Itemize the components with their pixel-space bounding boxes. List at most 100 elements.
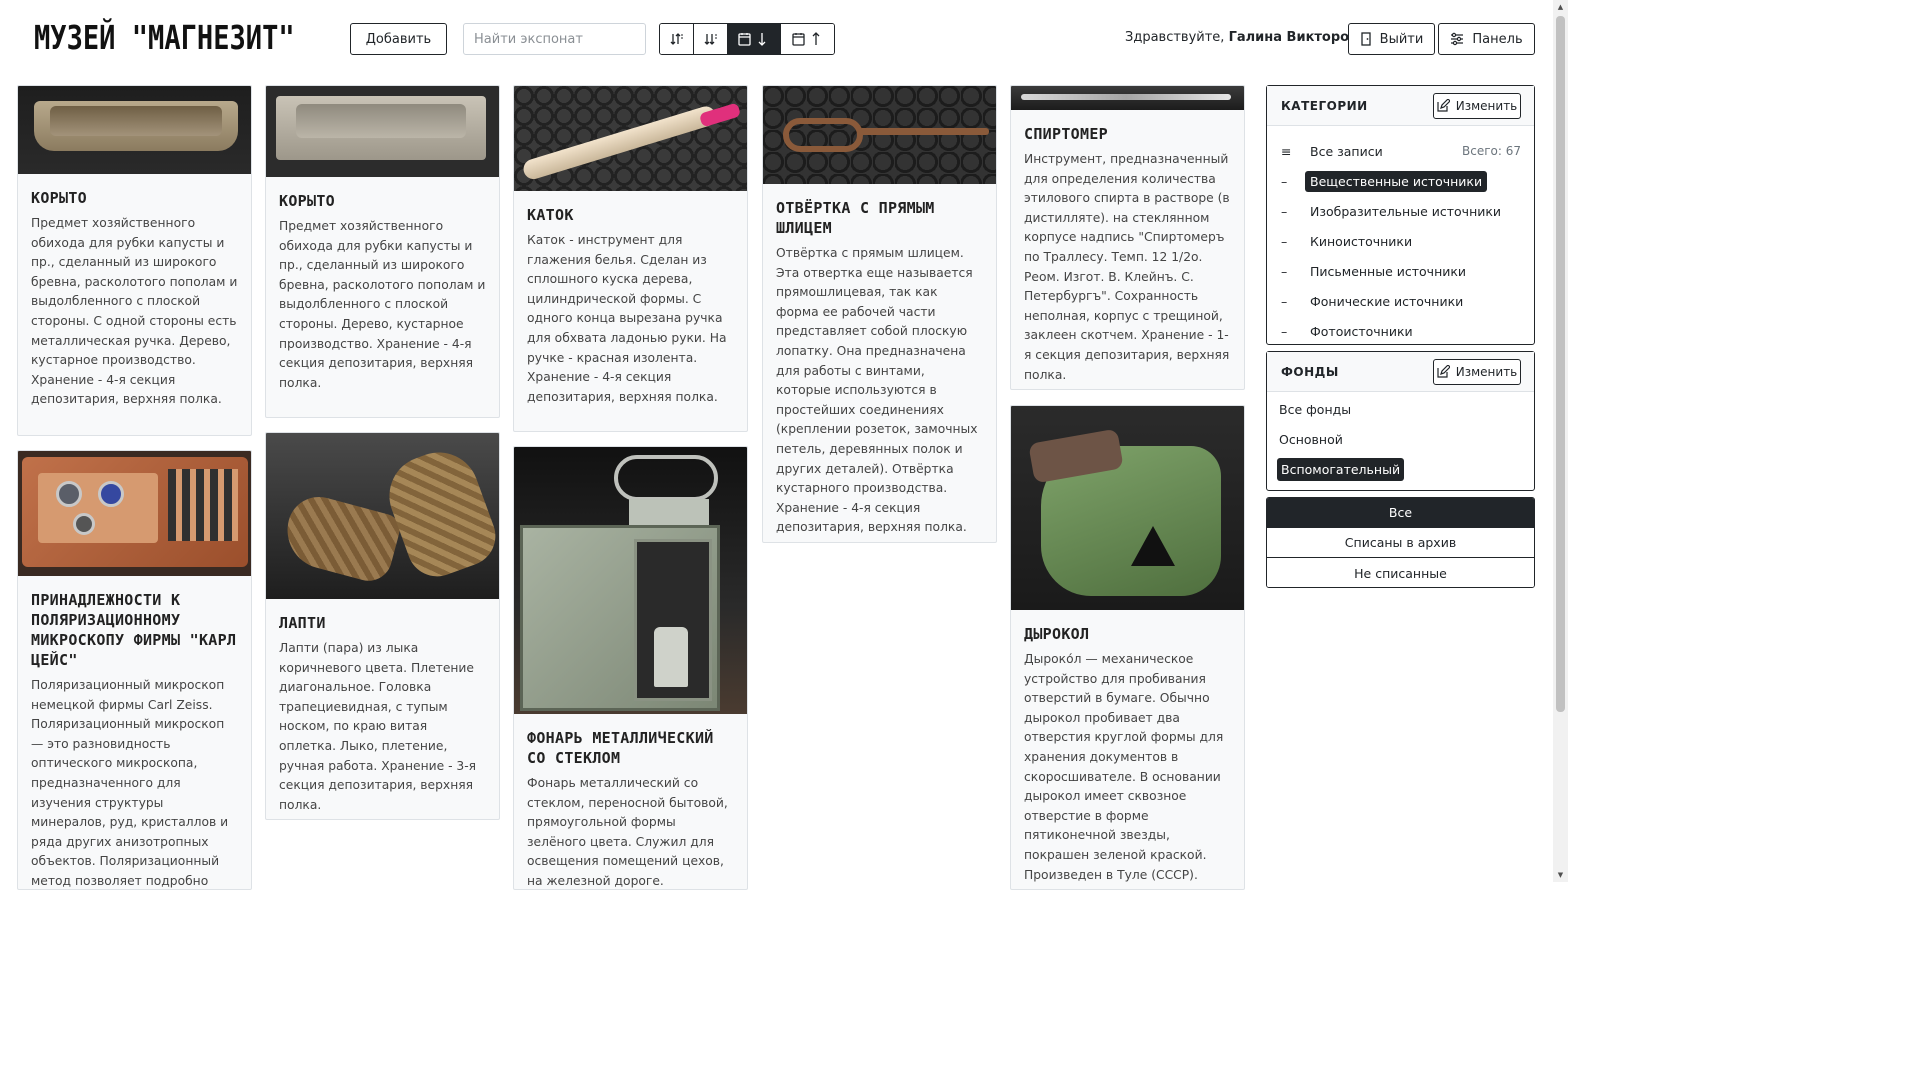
fund-item[interactable]: Основной [1267,424,1534,454]
door-icon [1361,32,1371,46]
exhibit-description: Предмет хозяйственного обихода для рубки… [31,216,238,407]
add-button-label: Добавить [365,31,432,47]
dash-icon: – [1281,203,1288,219]
exhibit-description: Дыроко́л — механическое устройство для п… [1024,652,1224,889]
scroll-up-icon[interactable]: ▲ [1553,0,1568,14]
list-icon: ≡ [1281,143,1292,159]
exhibit-description: Фонарь металлический со стеклом, перенос… [527,776,728,888]
sort-alpha-asc-button[interactable] [660,24,694,54]
category-item[interactable]: – Письменные источники [1267,256,1534,286]
exhibit-title[interactable]: КОРЫТО [18,174,251,214]
greeting-prefix: Здравствуйте, [1125,30,1225,45]
greeting: Здравствуйте, Галина Викторовна [1125,30,1375,45]
scroll-down-icon[interactable]: ▼ [1553,868,1568,882]
funds-edit-button[interactable]: Изменить [1433,358,1521,385]
category-label: Фонические источники [1310,293,1464,309]
category-label: Фотоисточники [1310,323,1413,339]
exhibit-image[interactable] [266,433,499,599]
category-item[interactable]: – Изобразительные источники [1267,196,1534,226]
exhibit-card[interactable]: ПРИНАДЛЕЖНОСТИ К ПОЛЯРИЗАЦИОННОМУ МИКРОС… [17,450,252,890]
categories-panel: КАТЕГОРИИ Изменить ≡ Все записи Всего: 6… [1266,85,1535,345]
categories-edit-button[interactable]: Изменить [1433,92,1521,119]
sort-date-desc-button[interactable] [728,24,781,54]
category-label: Изобразительные источники [1310,203,1502,219]
exhibit-title[interactable]: ФОНАРЬ МЕТАЛЛИЧЕСКИЙ СО СТЕКЛОМ [514,714,747,774]
exhibit-card[interactable]: КОРЫТО Предмет хозяйственного обихода дл… [265,85,500,418]
dash-icon: – [1281,233,1288,249]
sort-alpha-desc-button[interactable] [694,24,728,54]
category-total-count: Всего: 67 [1462,144,1521,158]
categories-title: КАТЕГОРИИ [1281,98,1368,113]
scrollbar-thumb[interactable] [1556,16,1565,712]
exhibit-description: Инструмент, предназначенный для определе… [1024,152,1230,382]
exhibit-description: Отвёртка с прямым шлицем. Эта отвертка е… [776,246,978,535]
exhibit-image[interactable] [763,86,996,184]
exhibit-title[interactable]: ЛАПТИ [266,599,499,639]
exhibit-title[interactable]: КОРЫТО [266,177,499,217]
exhibit-description: Поляризационный микроскоп немецкой фирмы… [31,678,229,888]
panel-button[interactable]: Панель [1438,23,1535,55]
top-bar: МУЗЕЙ "МАГНЕЗИТ" Добавить Здравствуйте, … [0,0,1552,80]
category-all[interactable]: ≡ Все записи Всего: 67 [1267,136,1534,166]
site-logo[interactable]: МУЗЕЙ "МАГНЕЗИТ" [34,18,295,57]
sort-date-desc-icon [738,33,766,46]
exhibit-image[interactable] [18,86,251,174]
category-item[interactable]: – Вещественные источники [1267,166,1534,196]
sort-button-group [659,23,835,55]
sort-alpha-asc-icon [670,33,683,45]
exhibit-card[interactable]: КАТОК Каток - инструмент для глажения бе… [513,85,748,432]
funds-header: ФОНДЫ Изменить [1267,352,1534,392]
logout-label: Выйти [1379,31,1424,47]
panel-label: Панель [1472,31,1523,47]
exhibit-image[interactable] [266,86,499,177]
category-label: Киноисточники [1310,233,1413,249]
exhibit-title[interactable]: СПИРТОМЕР [1011,110,1244,150]
exhibit-image[interactable] [18,451,251,576]
fund-label: Вспомогательный [1277,457,1405,481]
exhibit-title[interactable]: КАТОК [514,191,747,231]
sliders-icon [1451,32,1464,46]
search-input[interactable] [463,23,646,55]
category-item[interactable]: – Фонические источники [1267,286,1534,316]
exhibit-card[interactable]: ЛАПТИ Лапти (пара) из лыка коричневого ц… [265,432,500,820]
edit-icon [1437,99,1450,112]
exhibit-description: Лапти (пара) из лыка коричневого цвета. … [279,641,477,812]
funds-title: ФОНДЫ [1281,364,1339,379]
category-label: Письменные источники [1310,263,1467,279]
page-scrollbar[interactable]: ▲ ▼ [1553,0,1568,882]
filter-not-archived[interactable]: Не списанные [1267,558,1534,587]
filter-archived[interactable]: Списаны в архив [1267,528,1534,558]
funds-edit-label: Изменить [1455,364,1518,379]
add-button[interactable]: Добавить [350,23,447,55]
exhibit-image[interactable] [1011,86,1244,110]
filter-all[interactable]: Все [1267,498,1534,528]
funds-panel: ФОНДЫ Изменить Все фонды Основной Вспомо… [1266,351,1535,491]
fund-item[interactable]: Вспомогательный [1267,454,1534,484]
exhibit-title[interactable]: ПРИНАДЛЕЖНОСТИ К ПОЛЯРИЗАЦИОННОМУ МИКРОС… [18,576,251,676]
exhibit-image[interactable] [1011,406,1244,610]
exhibit-image[interactable] [514,447,747,714]
category-item[interactable]: – Фотоисточники [1267,316,1534,346]
logout-button[interactable]: Выйти [1348,23,1435,55]
categories-header: КАТЕГОРИИ Изменить [1267,86,1534,126]
exhibit-image[interactable] [514,86,747,191]
exhibit-card[interactable]: КОРЫТО Предмет хозяйственного обихода дл… [17,85,252,436]
exhibit-title[interactable]: ОТВЁРТКА С ПРЯМЫМ ШЛИЦЕМ [763,184,996,244]
dash-icon: – [1281,263,1288,279]
edit-icon [1437,365,1450,378]
sort-date-asc-button[interactable] [781,24,834,54]
exhibit-card[interactable]: ФОНАРЬ МЕТАЛЛИЧЕСКИЙ СО СТЕКЛОМ Фонарь м… [513,446,748,890]
archive-filter: Все Списаны в архив Не списанные [1266,497,1535,588]
exhibit-title[interactable]: ДЫРОКОЛ [1011,610,1244,650]
categories-edit-label: Изменить [1455,98,1518,113]
exhibit-card[interactable]: ОТВЁРТКА С ПРЯМЫМ ШЛИЦЕМ Отвёртка с прям… [762,85,997,543]
category-item[interactable]: – Киноисточники [1267,226,1534,256]
dash-icon: – [1281,293,1288,309]
category-label: Вещественные источники [1305,170,1488,192]
exhibit-description: Предмет хозяйственного обихода для рубки… [279,219,486,390]
fund-item[interactable]: Все фонды [1267,394,1534,424]
dash-icon: – [1281,173,1288,189]
sort-alpha-desc-icon [704,34,717,45]
exhibit-card[interactable]: ДЫРОКОЛ Дыроко́л — механическое устройст… [1010,405,1245,890]
exhibit-card[interactable]: СПИРТОМЕР Инструмент, предназначенный дл… [1010,85,1245,390]
